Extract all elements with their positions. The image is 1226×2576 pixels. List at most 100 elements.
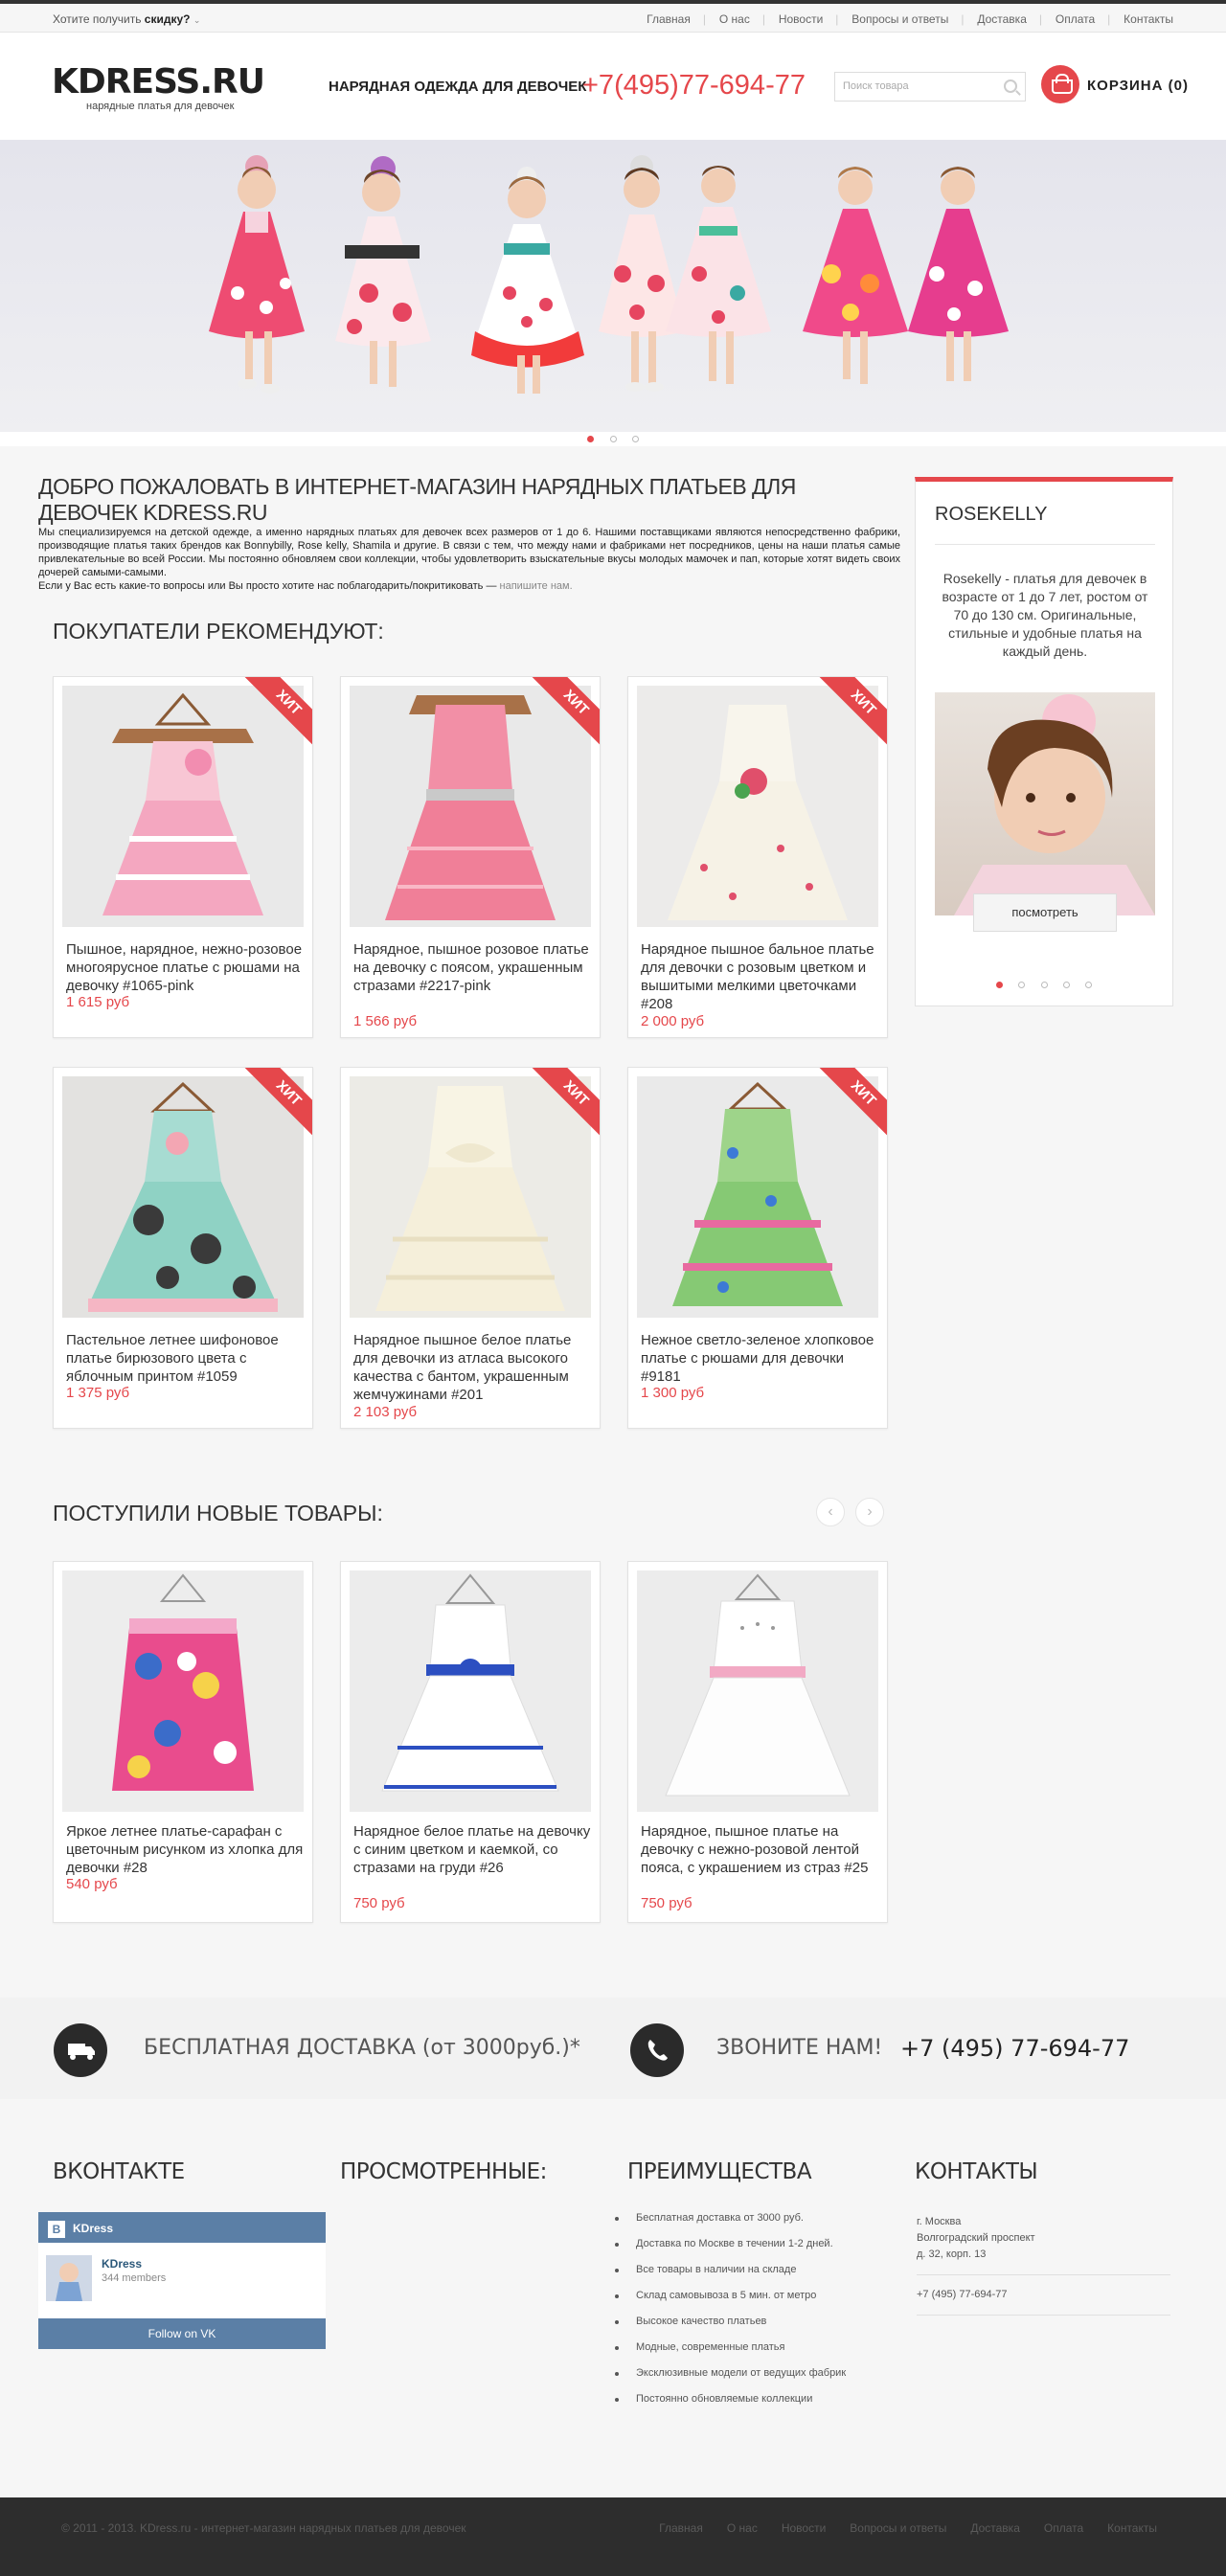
search-placeholder: Поиск товара <box>843 80 909 92</box>
welcome-question: Если у Вас есть какие-то вопросы или Вы … <box>38 580 500 592</box>
advantage-item: Все товары в наличии на складе <box>615 2264 846 2275</box>
product-photo[interactable] <box>62 1570 304 1812</box>
carousel-next-button[interactable]: › <box>855 1498 884 1526</box>
welcome-section: ДОБРО ПОЖАЛОВАТЬ В ИНТЕРНЕТ-МАГАЗИН НАРЯ… <box>38 474 900 593</box>
logo[interactable]: KDRESS.RU нарядные платья для девочек <box>52 65 265 113</box>
brand-dot-3[interactable] <box>1040 982 1048 988</box>
vk-group-label[interactable]: KDress <box>73 2222 113 2235</box>
promo-link[interactable]: скидку? <box>145 12 191 26</box>
product-card[interactable]: ХИТ Пастельное летнее шифоновое платье б… <box>53 1067 313 1429</box>
contact-us-link[interactable]: напишите нам. <box>500 580 573 592</box>
brand-widget-photo[interactable] <box>935 692 1155 915</box>
product-photo[interactable] <box>62 1076 304 1318</box>
address-line: г. Москва <box>917 2216 962 2227</box>
product-name[interactable]: Пышное, нарядное, нежно-розовое многояру… <box>66 940 304 995</box>
bottom-bar: © 2011 - 2013. KDress.ru - интернет-мага… <box>0 2497 1226 2576</box>
search-icon[interactable] <box>1004 79 1017 93</box>
product-photo[interactable] <box>62 686 304 927</box>
product-card[interactable]: ХИТ Нежное светло-зеленое хлопковое плат… <box>627 1067 888 1429</box>
phone-icon <box>630 2023 684 2077</box>
product-name[interactable]: Яркое летнее платье-сарафан с цветочным … <box>66 1822 304 1877</box>
product-card[interactable]: ХИТ Нарядное пышное бальное платье для д… <box>627 676 888 1038</box>
advantage-item: Бесплатная доставка от 3000 руб. <box>615 2212 846 2224</box>
advantage-item: Высокое качество платьев <box>615 2316 846 2327</box>
search-input[interactable]: Поиск товара <box>834 72 1026 102</box>
welcome-text: Мы специализируемся на детской одежде, а… <box>38 526 900 593</box>
top-nav-contacts[interactable]: Контакты <box>1107 12 1188 26</box>
advantage-item: Доставка по Москве в течении 1-2 дней. <box>615 2238 846 2249</box>
carousel-prev-button[interactable]: ‹ <box>816 1498 845 1526</box>
bottom-nav-about[interactable]: О нас <box>727 2521 758 2535</box>
top-nav-delivery[interactable]: Доставка <box>961 12 1041 26</box>
product-card[interactable]: Нарядное белое платье на девочку с синим… <box>340 1561 601 1923</box>
vk-group-name[interactable]: KDress <box>102 2257 142 2271</box>
product-card[interactable]: ХИТ Нарядное, пышное розовое платье на д… <box>340 676 601 1038</box>
banner-dot-2[interactable] <box>609 436 617 442</box>
product-price: 1 615 руб <box>66 994 130 1010</box>
address-line: Волгоградский проспект <box>917 2232 1035 2244</box>
avatar[interactable] <box>46 2255 92 2301</box>
vk-follow-button[interactable]: Follow on VK <box>38 2318 326 2349</box>
footer-phone: +7 (495) 77-694-77 <box>917 2289 1008 2300</box>
product-photo[interactable] <box>350 1570 591 1812</box>
brand-widget: ROSEKELLY Rosekelly - платья для девочек… <box>915 477 1173 1006</box>
bottom-nav: Главная О нас Новости Вопросы и ответы Д… <box>635 2521 1157 2535</box>
bottom-nav-news[interactable]: Новости <box>782 2521 826 2535</box>
call-us-text: ЗВОНИТЕ НАМ! <box>716 2036 883 2060</box>
top-nav: Главная О нас Новости Вопросы и ответы Д… <box>632 12 1188 26</box>
product-price: 750 руб <box>353 1895 405 1911</box>
top-nav-about[interactable]: О нас <box>703 12 764 26</box>
product-photo[interactable] <box>350 686 591 927</box>
discount-promo[interactable]: Хотите получить скидку? ⌄ <box>53 12 200 26</box>
banner-dot-3[interactable] <box>631 436 639 442</box>
welcome-paragraph: Мы специализируемся на детской одежде, а… <box>38 527 900 578</box>
bottom-nav-contacts[interactable]: Контакты <box>1107 2521 1157 2535</box>
product-name[interactable]: Нарядное, пышное платье на девочку с неж… <box>641 1822 878 1877</box>
product-photo[interactable] <box>637 1570 878 1812</box>
header-phone: +7(495)77-694-77 <box>582 70 806 101</box>
divider <box>917 2315 1170 2316</box>
cart-icon[interactable] <box>1041 65 1079 103</box>
brand-dot-2[interactable] <box>1018 982 1026 988</box>
banner-dot-1[interactable] <box>587 436 595 442</box>
advantages-list: Бесплатная доставка от 3000 руб. Доставк… <box>615 2212 846 2419</box>
bottom-nav-home[interactable]: Главная <box>659 2521 703 2535</box>
bottom-nav-delivery[interactable]: Доставка <box>970 2521 1020 2535</box>
product-name[interactable]: Нарядное белое платье на девочку с синим… <box>353 1822 591 1877</box>
product-card[interactable]: Яркое летнее платье-сарафан с цветочным … <box>53 1561 313 1923</box>
product-card[interactable]: ХИТ Пышное, нарядное, нежно-розовое мног… <box>53 676 313 1038</box>
product-photo[interactable] <box>350 1076 591 1318</box>
product-photo[interactable] <box>637 686 878 927</box>
chevron-down-icon: ⌄ <box>193 15 201 25</box>
product-name[interactable]: Пастельное летнее шифоновое платье бирюз… <box>66 1331 304 1386</box>
product-name[interactable]: Нарядное, пышное розовое платье на девоч… <box>353 940 591 995</box>
bottom-nav-payment[interactable]: Оплата <box>1044 2521 1083 2535</box>
header-slogan: НАРЯДНАЯ ОДЕЖДА ДЛЯ ДЕВОЧЕК <box>329 79 587 95</box>
product-name[interactable]: Нежное светло-зеленое хлопковое платье с… <box>641 1331 878 1386</box>
bottom-nav-faq[interactable]: Вопросы и ответы <box>850 2521 946 2535</box>
view-brand-button[interactable]: посмотреть <box>973 893 1117 932</box>
banner-dots <box>0 432 1226 446</box>
welcome-title: ДОБРО ПОЖАЛОВАТЬ В ИНТЕРНЕТ-МАГАЗИН НАРЯ… <box>38 474 796 525</box>
top-nav-news[interactable]: Новости <box>762 12 837 26</box>
product-card[interactable]: Нарядное, пышное платье на девочку с неж… <box>627 1561 888 1923</box>
brand-dot-5[interactable] <box>1085 982 1093 988</box>
brand-dot-1[interactable] <box>995 982 1003 988</box>
product-name[interactable]: Нарядное пышное белое платье для девочки… <box>353 1331 591 1404</box>
banner-girls-illustration <box>209 155 1009 394</box>
brand-dot-4[interactable] <box>1062 982 1070 988</box>
product-price: 1 300 руб <box>641 1385 705 1401</box>
contacts-title: КОНТАКТЫ <box>915 2159 1038 2184</box>
product-name[interactable]: Нарядное пышное бальное платье для девоч… <box>641 940 878 1013</box>
top-nav-faq[interactable]: Вопросы и ответы <box>835 12 963 26</box>
product-card[interactable]: ХИТ Нарядное пышное белое платье для дев… <box>340 1067 601 1429</box>
brand-widget-dots <box>916 978 1172 997</box>
hero-banner[interactable] <box>0 140 1226 432</box>
advantage-item: Склад самовывоза в 5 мин. от метро <box>615 2290 846 2301</box>
top-nav-payment[interactable]: Оплата <box>1039 12 1109 26</box>
top-nav-home[interactable]: Главная <box>632 12 705 26</box>
brand-widget-title: ROSEKELLY <box>935 504 1048 525</box>
cart-label[interactable]: КОРЗИНА (0) <box>1087 78 1189 94</box>
contacts-block: г. Москва Волгоградский проспект д. 32, … <box>917 2214 1170 2327</box>
product-photo[interactable] <box>637 1076 878 1318</box>
